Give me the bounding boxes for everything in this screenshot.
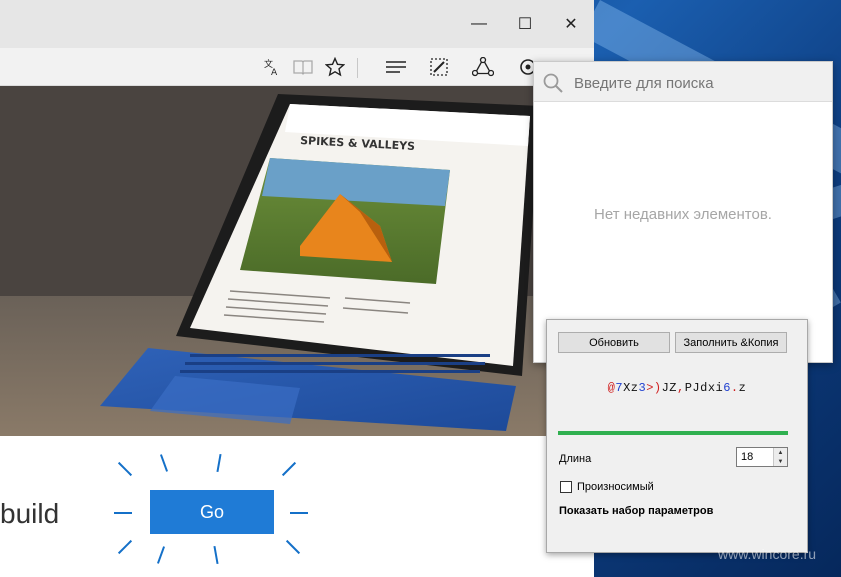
spin-down-icon[interactable]: ▼ [774, 457, 787, 466]
watermark: www.wincore.ru [718, 546, 817, 562]
password-char: > [646, 381, 654, 395]
build-heading: build [0, 498, 60, 529]
spinner-arrows: ▲ ▼ [773, 448, 787, 466]
length-spinner[interactable]: 18 ▲ ▼ [736, 447, 788, 467]
password-char: . [730, 381, 739, 395]
decorative-ray [285, 539, 301, 555]
strength-bar [558, 431, 788, 435]
share-icon[interactable] [467, 48, 499, 86]
extension-search-panel: Введите для поиска Нет недавних элементо… [533, 61, 833, 363]
decorative-ray [114, 512, 132, 514]
title-bar: — ☐ ✕ [0, 0, 594, 48]
fill-copy-button[interactable]: Заполнить &Копия [675, 332, 787, 353]
maximize-button[interactable]: ☐ [502, 0, 548, 48]
search-bar[interactable]: Введите для поиска [534, 62, 832, 102]
password-char: X [623, 381, 631, 395]
browser-toolbar: 文A [0, 48, 594, 86]
svg-text:A: A [271, 68, 278, 76]
show-params-link[interactable]: Показать набор параметров [559, 505, 713, 517]
password-char: z [738, 381, 747, 395]
length-label: Длина [559, 453, 592, 465]
spin-up-icon[interactable]: ▲ [774, 448, 787, 457]
close-button[interactable]: ✕ [548, 0, 594, 48]
web-note-icon[interactable] [423, 48, 455, 86]
favorite-star-icon[interactable] [319, 48, 351, 86]
reading-view-icon[interactable] [287, 48, 319, 86]
search-input[interactable]: Введите для поиска [574, 75, 714, 92]
decorative-ray [156, 546, 166, 564]
password-char: 6 [723, 381, 731, 395]
go-button[interactable]: Go [150, 490, 274, 534]
decorative-ray [117, 461, 133, 477]
pronounceable-label: Произносимый [577, 481, 654, 493]
search-icon [543, 73, 563, 93]
generated-password: @7Xz3>)JZ,PJdxi6.z [547, 381, 807, 395]
page-content: build Go [0, 436, 594, 577]
pronounceable-checkbox[interactable] [560, 481, 572, 493]
password-char: x [707, 381, 716, 395]
password-char: J [692, 381, 701, 395]
translate-icon[interactable]: 文A [256, 48, 288, 86]
decorative-ray [213, 545, 219, 565]
empty-recent-message: Нет недавних элементов. [594, 206, 772, 223]
password-char: Z [669, 381, 677, 395]
hub-icon[interactable] [380, 48, 412, 86]
length-value[interactable]: 18 [741, 451, 753, 463]
surface-tablet-illustration: SPIKES & VALLEYS [0, 86, 594, 436]
refresh-button[interactable]: Обновить [558, 332, 670, 353]
edge-browser-window: — ☐ ✕ 文A SPIKES & VALLEYS build Go [0, 0, 594, 577]
strength-bar-fill [558, 431, 788, 435]
decorative-ray [281, 461, 297, 477]
decorative-ray [290, 512, 308, 514]
password-generator-dialog: Обновить Заполнить &Копия @7Xz3>)JZ,PJdx… [546, 319, 808, 553]
hero-image: SPIKES & VALLEYS [0, 86, 594, 436]
password-char: 7 [615, 381, 624, 395]
minimize-button[interactable]: — [456, 0, 502, 48]
decorative-ray [159, 454, 169, 472]
password-char: ) [653, 381, 662, 395]
decorative-ray [117, 539, 133, 555]
decorative-ray [216, 453, 222, 473]
password-char: , [677, 381, 685, 395]
toolbar-divider [357, 58, 358, 78]
password-char: d [700, 381, 708, 395]
